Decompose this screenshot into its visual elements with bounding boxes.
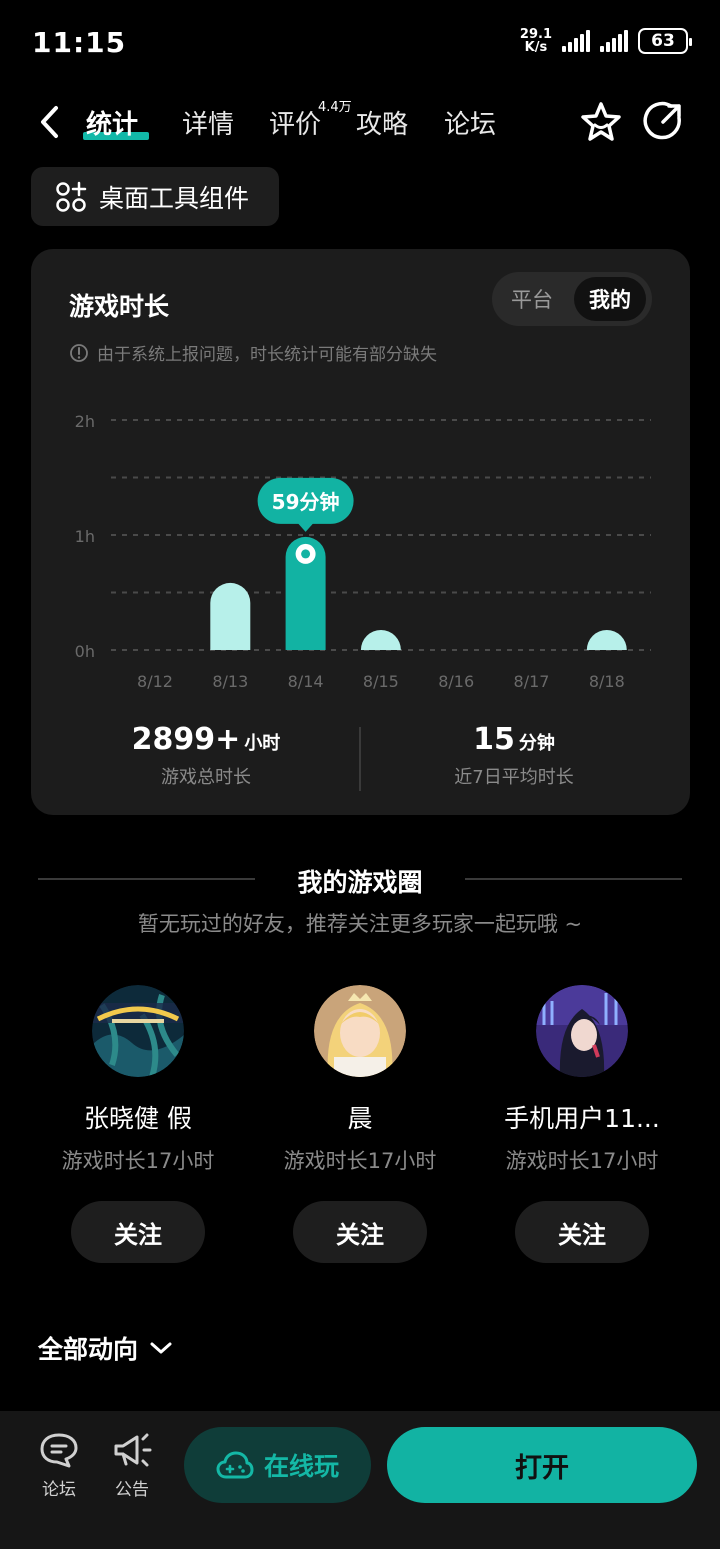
average-label: 近7日平均时长: [454, 767, 574, 788]
megaphone-icon: [114, 1433, 152, 1467]
announcement-button[interactable]: 公告: [102, 1431, 162, 1500]
forum-icon: [40, 1433, 78, 1468]
recommended-user: 晨 游戏时长17小时 关注: [249, 985, 471, 1263]
avatar[interactable]: [314, 985, 406, 1077]
average-playtime: 15 分钟 近7日平均时长: [409, 722, 619, 789]
tab-details[interactable]: 详情: [182, 104, 234, 141]
widget-grid-icon: [56, 181, 87, 212]
recommended-user: 张晓健 假 游戏时长17小时 关注: [27, 985, 249, 1263]
x-tick-label: 8/18: [589, 672, 625, 691]
total-label: 游戏总时长: [161, 767, 251, 788]
star-icon[interactable]: [579, 100, 623, 144]
game-circle-title: 我的游戏圈: [297, 868, 423, 897]
y-tick-label: 0h: [75, 642, 95, 661]
tab-guides[interactable]: 攻略: [356, 104, 408, 141]
chevron-down-icon: [150, 1342, 172, 1354]
follow-button[interactable]: 关注: [293, 1201, 427, 1263]
playtime-chart: 0h 1h 2h 8/12 8/13 59分钟 8/14 8/15 8/16 8/17 8/18: [75, 412, 651, 691]
user-playtime: 游戏时长17小时: [61, 1149, 215, 1173]
avatar[interactable]: [536, 985, 628, 1077]
all-activity-label: 全部动向: [38, 1335, 139, 1364]
average-unit: 分钟: [518, 733, 555, 754]
x-tick-label: 8/14: [288, 672, 324, 691]
cloud-gamepad-icon: [216, 1451, 254, 1479]
chart-bar: [360, 630, 401, 650]
total-unit: 小时: [244, 733, 281, 754]
tooltip-label: 59分钟: [272, 490, 340, 514]
follow-button[interactable]: 关注: [515, 1201, 649, 1263]
desktop-widget-button[interactable]: 桌面工具组件: [31, 167, 279, 226]
recommended-user: 手机用户11... 游戏时长17小时 关注: [471, 985, 693, 1263]
x-tick-label: 8/12: [137, 672, 173, 691]
tab-forum[interactable]: 论坛: [444, 104, 496, 141]
y-tick-label: 1h: [75, 527, 95, 546]
tab-stats[interactable]: 统计: [86, 104, 138, 141]
announcement-label: 公告: [115, 1480, 149, 1500]
user-playtime: 游戏时长17小时: [283, 1149, 437, 1173]
game-circle-subtitle: 暂无玩过的好友，推荐关注更多玩家一起玩哦 ~: [137, 912, 583, 936]
all-activity-dropdown[interactable]: 全部动向: [38, 1330, 174, 1366]
desktop-widget-label: 桌面工具组件: [99, 183, 250, 213]
playtime-card: 游戏时长 平台 我的 由于系统上报问题，时长统计可能有部分缺失 0h 1h 2h 8/…: [31, 249, 690, 815]
forum-button[interactable]: 论坛: [29, 1431, 89, 1500]
signal-icon: [562, 30, 590, 52]
network-speed: 29.1 K/s: [519, 27, 552, 55]
tooltip-pointer: [297, 522, 314, 532]
review-count: 4.4万: [318, 100, 352, 115]
user-name: 手机用户11...: [504, 1104, 660, 1133]
status-bar: 11:15 29.1 K/s 63: [0, 0, 720, 86]
x-tick-label: 8/17: [514, 672, 550, 691]
bar-marker-center: [301, 549, 311, 559]
user-name: 晨: [347, 1104, 373, 1133]
user-name: 张晓健 假: [84, 1104, 192, 1133]
forum-label: 论坛: [42, 1480, 76, 1500]
chart-bar: [586, 630, 627, 650]
user-playtime: 游戏时长17小时: [505, 1149, 659, 1173]
share-icon[interactable]: [641, 100, 685, 144]
chart-bar: [210, 582, 251, 650]
bottom-action-bar: 论坛 公告 在线玩 打开: [0, 1411, 720, 1549]
battery-icon: 63: [638, 28, 692, 54]
section-divider-right: [465, 878, 682, 880]
average-value: 15: [473, 722, 515, 757]
x-tick-label: 8/16: [438, 672, 474, 691]
follow-button[interactable]: 关注: [71, 1201, 205, 1263]
battery-level: 63: [651, 31, 675, 51]
stats-divider: [359, 727, 361, 791]
total-playtime: 2899+ 小时 游戏总时长: [91, 722, 321, 789]
status-icons: 29.1 K/s 63: [519, 27, 692, 55]
y-tick-label: 2h: [75, 412, 95, 431]
cloud-play-label: 在线玩: [263, 1452, 339, 1481]
cloud-play-button[interactable]: 在线玩: [184, 1427, 371, 1503]
avatar[interactable]: [92, 985, 184, 1077]
clock: 11:15: [32, 26, 127, 59]
x-tick-label: 8/15: [363, 672, 399, 691]
back-icon[interactable]: [36, 104, 66, 140]
total-value: 2899+: [131, 722, 241, 757]
tab-reviews[interactable]: 评价: [269, 104, 321, 141]
signal-icon-2: [600, 30, 628, 52]
open-button[interactable]: 打开: [387, 1427, 697, 1503]
top-nav: 统计 详情 评价 4.4万 攻略 论坛: [0, 92, 720, 152]
x-tick-label: 8/13: [212, 672, 248, 691]
